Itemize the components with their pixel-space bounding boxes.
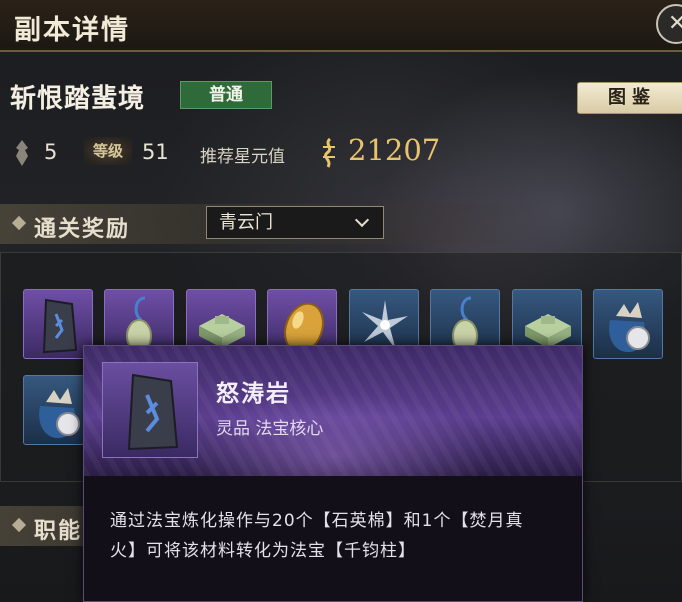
rune-stone-icon [127,373,179,451]
players-icon [16,140,28,166]
player-count: 5 [44,140,58,164]
tooltip-item-icon [102,362,198,458]
tooltip-item-description: 通过法宝炼化操作与20个【石英棉】和1个【焚月真火】可将该材料转化为法宝【千钧柱… [110,511,524,561]
item-tooltip: 怒涛岩 灵品 法宝核心 通过法宝炼化操作与20个【石英棉】和1个【焚月真火】可将… [83,345,583,602]
window-title: 副本详情 [14,15,130,46]
difficulty-badge: 普通 [180,81,272,109]
level-value: 51 [142,140,169,164]
rewards-section-label: 通关奖励 [34,216,131,242]
tooltip-header: 怒涛岩 灵品 法宝核心 [84,346,582,476]
tooltip-item-type: 灵品 法宝核心 [216,419,324,439]
diamond-bullet-icon [11,215,27,231]
recommended-power-value: 21207 [348,133,441,167]
diamond-bullet-icon [11,517,27,533]
jobs-section-label: 职能 [34,518,83,544]
sect-dropdown[interactable]: 青云门 [206,206,384,239]
sect-dropdown-value: 青云门 [219,212,273,233]
star-power-icon [323,138,335,168]
reward-item-coin-pouch[interactable] [593,289,663,359]
tooltip-item-name: 怒涛岩 [216,380,291,407]
chevron-down-icon [354,212,370,228]
codex-button[interactable]: 图鉴 [577,82,682,114]
close-icon: ✕ [668,11,682,36]
coin-pouch-icon [609,302,650,352]
title-bar: 副本详情 [0,0,682,52]
dungeon-name: 斩恨踏蜚境 [10,84,146,114]
level-badge: 等级 [84,137,132,165]
recommended-power-label: 推荐星元值 [200,147,285,167]
